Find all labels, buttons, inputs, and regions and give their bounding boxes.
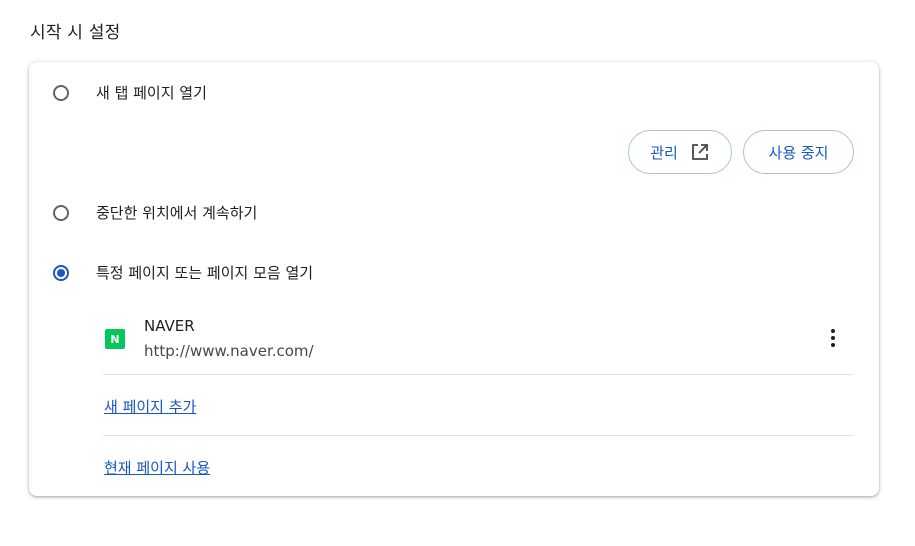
divider: [103, 435, 853, 436]
disable-extension-button[interactable]: 사용 중지: [743, 130, 854, 174]
divider: [103, 374, 853, 375]
disable-label: 사용 중지: [768, 143, 829, 162]
manage-label: 관리: [650, 143, 678, 162]
radio-label-new-tab: 새 탭 페이지 열기: [96, 84, 207, 102]
radio-button-checked[interactable]: [53, 264, 69, 281]
radio-label-specific-pages: 특정 페이지 또는 페이지 모음 열기: [96, 264, 314, 282]
naver-favicon-icon: N: [105, 329, 125, 349]
more-actions-icon[interactable]: [823, 326, 843, 350]
manage-extension-button[interactable]: 관리: [628, 130, 732, 174]
add-new-page-link[interactable]: 새 페이지 추가: [104, 396, 196, 417]
open-in-new-icon: [690, 142, 710, 162]
use-current-pages-link[interactable]: 현재 페이지 사용: [104, 457, 210, 478]
radio-option-continue[interactable]: 중단한 위치에서 계속하기: [53, 202, 257, 223]
section-title: 시작 시 설정: [30, 23, 121, 43]
radio-option-specific-pages[interactable]: 특정 페이지 또는 페이지 모음 열기: [53, 262, 313, 283]
radio-label-continue: 중단한 위치에서 계속하기: [96, 204, 258, 222]
startup-settings-card: 새 탭 페이지 열기 관리 사용 중지 중단한 위치에서 계속하기 특정 페이지…: [29, 62, 879, 496]
radio-button[interactable]: [53, 84, 69, 101]
page-url: http://www.naver.com/: [144, 342, 314, 360]
radio-option-new-tab[interactable]: 새 탭 페이지 열기: [53, 82, 207, 103]
page-name: NAVER: [144, 317, 195, 335]
startup-page-item: N NAVER http://www.naver.com/: [103, 310, 853, 374]
radio-button[interactable]: [53, 204, 69, 221]
